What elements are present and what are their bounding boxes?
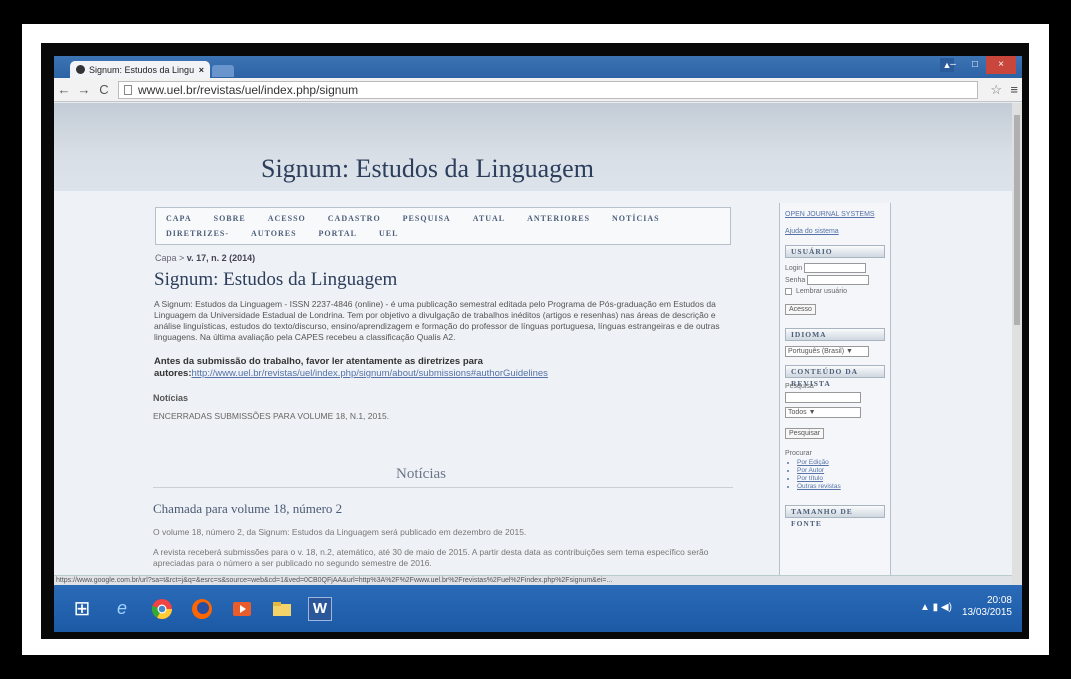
- author-guidelines-link[interactable]: http://www.uel.br/revistas/uel/index.php…: [191, 368, 547, 379]
- news-item: ENCERRADAS SUBMISSÕES PARA VOLUME 18, N.…: [153, 411, 390, 421]
- windows-start-icon[interactable]: ⊞: [68, 595, 96, 623]
- browse-list: Por Edição Por Autor Por título Outras r…: [785, 459, 885, 491]
- vertical-scrollbar[interactable]: [1012, 103, 1022, 585]
- user-block: USUÁRIO Login Senha Lembrar usuário Aces…: [785, 245, 885, 316]
- nav-anteriores[interactable]: ANTERIORES: [527, 211, 590, 226]
- password-row: Senha: [785, 275, 885, 285]
- clock-time: 20:08: [986, 595, 1012, 606]
- media-player-icon[interactable]: [228, 595, 256, 623]
- browser-toolbar: ← → C www.uel.br/revistas/uel/index.php/…: [54, 78, 1022, 102]
- clock[interactable]: 20:08 13/03/2015: [962, 595, 1012, 619]
- announcement-text: O volume 18, número 2, da Signum: Estudo…: [153, 527, 527, 537]
- journal-description: A Signum: Estudos da Linguagem - ISSN 22…: [154, 299, 720, 342]
- page-icon: [124, 85, 132, 95]
- font-size-block: TAMANHO DE FONTE: [785, 505, 885, 528]
- chrome-menu-icon[interactable]: ≡: [1010, 82, 1018, 97]
- nav-acesso[interactable]: ACESSO: [268, 211, 306, 226]
- minimize-icon[interactable]: –: [942, 56, 964, 74]
- nav-portal[interactable]: PORTAL: [319, 226, 357, 241]
- clock-date: 13/03/2015: [961, 607, 1012, 618]
- maximize-icon[interactable]: □: [964, 56, 986, 74]
- browse-label: Procurar: [785, 450, 812, 457]
- submission-notice: Antes da submissão do trabalho, favor le…: [154, 356, 736, 380]
- content-block-heading: CONTEÚDO DA REVISTA: [785, 365, 885, 388]
- content-block: CONTEÚDO DA REVISTA Pesquisa Todos ▼ Pes…: [785, 365, 885, 491]
- ojs-link[interactable]: OPEN JOURNAL SYSTEMS: [785, 211, 885, 218]
- browse-by-title-link[interactable]: Por título: [797, 475, 885, 483]
- address-bar[interactable]: www.uel.br/revistas/uel/index.php/signum: [118, 81, 978, 99]
- chrome-tab-bar: Signum: Estudos da Lingu × ▲ – □ ×: [54, 56, 1022, 78]
- main-nav: CAPA SOBRE ACESSO CADASTRO PESQUISA ATUA…: [155, 207, 731, 245]
- nav-uel[interactable]: UEL: [379, 226, 398, 241]
- bookmark-star-icon[interactable]: ☆: [990, 82, 1002, 98]
- breadcrumb: Capa > v. 17, n. 2 (2014): [155, 253, 255, 263]
- news-label: Notícias: [153, 393, 189, 403]
- web-page: Signum: Estudos da Linguagem CAPA SOBRE …: [54, 103, 1012, 585]
- tab-title: Signum: Estudos da Lingu: [89, 64, 195, 75]
- search-input[interactable]: [785, 392, 861, 403]
- nav-cadastro[interactable]: CADASTRO: [328, 211, 381, 226]
- language-select[interactable]: Português (Brasil) ▼: [785, 346, 869, 357]
- system-tray: ▲ ▮ ◀) 20:08 13/03/2015: [920, 595, 1012, 619]
- browser-tab[interactable]: Signum: Estudos da Lingu ×: [70, 61, 210, 78]
- tab-close-icon[interactable]: ×: [199, 65, 204, 75]
- internet-explorer-icon[interactable]: e: [108, 595, 136, 623]
- font-size-heading: TAMANHO DE FONTE: [785, 505, 885, 528]
- nav-pesquisa[interactable]: PESQUISA: [403, 211, 451, 226]
- remember-checkbox[interactable]: [785, 288, 792, 295]
- access-button[interactable]: Acesso: [785, 304, 816, 315]
- password-label: Senha: [785, 276, 806, 284]
- divider: [153, 487, 733, 488]
- network-icon[interactable]: ▲ ▮ ◀): [920, 602, 952, 613]
- site-title: Signum: Estudos da Linguagem: [261, 154, 594, 183]
- nav-diretrizes[interactable]: DIRETRIZES-: [166, 226, 229, 241]
- nav-sobre[interactable]: SOBRE: [214, 211, 246, 226]
- firefox-icon[interactable]: [188, 595, 216, 623]
- nav-atual[interactable]: ATUAL: [473, 211, 505, 226]
- browse-by-author-link[interactable]: Por Autor: [797, 467, 885, 475]
- news-heading: Notícias: [396, 466, 446, 482]
- url-text: www.uel.br/revistas/uel/index.php/signum: [138, 83, 359, 97]
- login-row: Login: [785, 263, 885, 273]
- user-block-heading: USUÁRIO: [785, 245, 885, 258]
- breadcrumb-home[interactable]: Capa >: [155, 253, 184, 263]
- breadcrumb-current: v. 17, n. 2 (2014): [186, 253, 256, 263]
- nav-capa[interactable]: CAPA: [166, 211, 192, 226]
- announcement-title[interactable]: Chamada para volume 18, número 2: [153, 501, 342, 517]
- password-input[interactable]: [807, 275, 870, 285]
- nav-noticias[interactable]: NOTÍCIAS: [612, 211, 660, 226]
- login-label: Login: [785, 264, 803, 272]
- word-icon[interactable]: W: [308, 596, 332, 621]
- windows-taskbar: ⊞ e W ▲ ▮ ◀) 20:08 13/03/2015: [54, 585, 1022, 632]
- sidebar: OPEN JOURNAL SYSTEMS Ajuda do sistema US…: [779, 203, 891, 585]
- other-journals-link[interactable]: Outras revistas: [797, 483, 885, 491]
- search-button[interactable]: Pesquisar: [785, 428, 825, 439]
- search-label: Pesquisa: [785, 383, 814, 390]
- reload-icon[interactable]: C: [94, 82, 114, 97]
- window-close-icon[interactable]: ×: [986, 56, 1016, 74]
- new-tab-button[interactable]: [212, 65, 234, 77]
- language-block-heading: IDIOMA: [785, 328, 885, 341]
- search-scope-select[interactable]: Todos ▼: [785, 407, 861, 418]
- help-link[interactable]: Ajuda do sistema: [785, 228, 885, 235]
- forward-icon[interactable]: →: [74, 82, 94, 97]
- scroll-thumb[interactable]: [1014, 115, 1020, 325]
- site-header: Signum: Estudos da Linguagem: [54, 103, 1012, 191]
- window-controls: – □ ×: [942, 56, 1016, 74]
- browse-by-issue-link[interactable]: Por Edição: [797, 459, 885, 467]
- back-icon[interactable]: ←: [54, 82, 74, 97]
- file-explorer-icon[interactable]: [268, 595, 296, 623]
- favicon-icon: [76, 65, 85, 74]
- login-input[interactable]: [804, 263, 867, 273]
- language-block: IDIOMA Português (Brasil) ▼: [785, 328, 885, 357]
- remember-label: Lembrar usuário: [796, 288, 847, 295]
- chrome-icon[interactable]: [148, 595, 176, 623]
- page-title: Signum: Estudos da Linguagem: [154, 269, 398, 290]
- nav-autores[interactable]: AUTORES: [251, 226, 297, 241]
- remember-row: Lembrar usuário: [785, 288, 885, 295]
- announcement-text-2: A revista receberá submissões para o v. …: [153, 547, 709, 568]
- screen: Signum: Estudos da Lingu × ▲ – □ × ← → C…: [54, 56, 1022, 632]
- status-url-bubble: https://www.google.com.br/url?sa=t&rct=j…: [54, 575, 1012, 585]
